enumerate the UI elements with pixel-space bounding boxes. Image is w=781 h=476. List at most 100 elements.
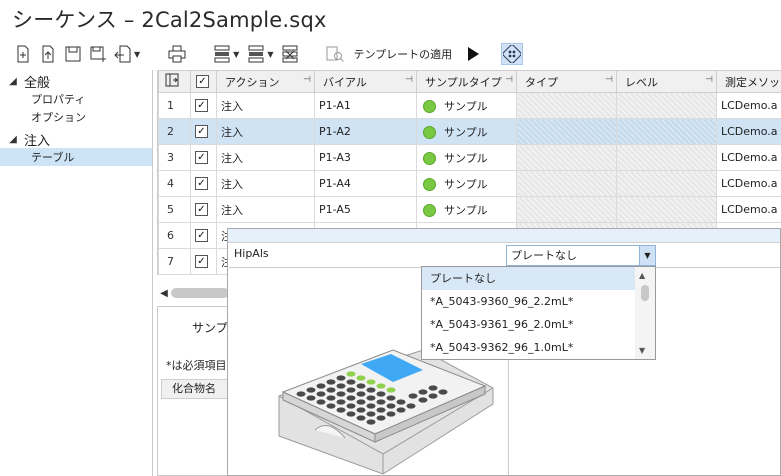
append-row-icon[interactable] — [245, 43, 267, 65]
tree-item-options[interactable]: オプション — [0, 108, 152, 126]
tree-group-injection[interactable]: ◢ 注入 — [0, 130, 152, 149]
column-header-label: アクション — [225, 75, 280, 89]
chevron-down-icon[interactable]: ▼ — [639, 246, 655, 265]
pin-icon[interactable]: ⊣ — [505, 75, 513, 85]
delete-row-icon[interactable] — [279, 43, 301, 65]
pin-icon[interactable]: ⊣ — [405, 75, 413, 85]
plate-type-select[interactable]: プレートなし ▼ — [506, 245, 656, 266]
apply-template-icon[interactable] — [324, 43, 346, 65]
row-checkbox[interactable]: ✓ — [190, 170, 217, 197]
tree-item-table[interactable]: テーブル — [0, 148, 152, 166]
sample-type-cell[interactable]: サンプル — [416, 170, 517, 197]
type-cell — [516, 170, 617, 197]
level-cell — [616, 196, 717, 223]
sample-type-cell[interactable]: サンプル — [416, 92, 517, 119]
table-row[interactable]: 4 ✓ 注入 P1-A4 サンプル LCDemo.a — [158, 170, 781, 197]
open-file-icon[interactable] — [37, 43, 59, 65]
sample-type-cell[interactable]: サンプル — [416, 144, 517, 171]
sample-type-label: サンプル — [444, 177, 488, 191]
row-number: 2 — [158, 118, 191, 145]
apply-template-label[interactable]: テンプレートの適用 — [353, 46, 452, 62]
plate-options-list: プレートなし *A_5043-9360_96_2.2mL* *A_5043-93… — [421, 266, 656, 360]
row-checkbox[interactable]: ✓ — [190, 92, 217, 119]
pin-icon[interactable]: ⊣ — [605, 75, 613, 85]
vial-cell[interactable]: P1-A1 — [314, 92, 417, 119]
column-header-compound-name[interactable]: 化合物名 — [161, 379, 231, 399]
plate-option[interactable]: *A_5043-9362_96_1.0mL* — [422, 336, 636, 359]
table-row[interactable]: 5 ✓ 注入 P1-A5 サンプル LCDemo.a — [158, 196, 781, 223]
save-icon[interactable] — [62, 43, 84, 65]
method-cell[interactable]: LCDemo.a — [716, 170, 781, 197]
scroll-down-icon[interactable]: ▼ — [639, 346, 645, 355]
column-header-type[interactable]: タイプ ⊣ — [516, 70, 617, 93]
table-row[interactable]: 3 ✓ 注入 P1-A3 サンプル LCDemo.a — [158, 144, 781, 171]
insert-row-icon[interactable] — [211, 43, 233, 65]
insert-row-dropdown-icon[interactable]: ▼ — [233, 50, 239, 59]
plate-option[interactable]: *A_5043-9360_96_2.2mL* — [422, 290, 636, 313]
action-cell[interactable]: 注入 — [216, 170, 315, 197]
new-file-icon[interactable] — [12, 43, 34, 65]
column-chooser-icon[interactable] — [158, 70, 191, 93]
pin-icon[interactable]: ⊣ — [705, 75, 713, 85]
table-row[interactable]: 2 ✓ 注入 P1-A2 サンプル LCDemo.a — [158, 118, 781, 145]
export-dropdown-icon[interactable]: ▼ — [134, 50, 140, 59]
tree-item-label: プロパティ — [31, 93, 86, 106]
row-checkbox[interactable]: ✓ — [190, 118, 217, 145]
action-cell[interactable]: 注入 — [216, 118, 315, 145]
tree-group-label: 全般 — [24, 75, 51, 91]
collapse-triangle-icon[interactable]: ◢ — [6, 76, 20, 87]
column-header-level[interactable]: レベル ⊣ — [616, 70, 717, 93]
sample-type-label: サンプル — [444, 151, 488, 165]
row-checkbox[interactable]: ✓ — [190, 144, 217, 171]
sample-type-cell[interactable]: サンプル — [416, 118, 517, 145]
column-header-sample-type[interactable]: サンプルタイプ ⊣ — [416, 70, 517, 93]
action-cell[interactable]: 注入 — [216, 92, 315, 119]
vial-cell[interactable]: P1-A3 — [314, 144, 417, 171]
plate-option[interactable]: プレートなし — [422, 267, 636, 290]
row-checkbox[interactable]: ✓ — [190, 248, 217, 275]
column-header-method[interactable]: 測定メソッド — [716, 70, 781, 93]
device-label: HipAls — [234, 247, 269, 260]
row-checkbox[interactable]: ✓ — [190, 222, 217, 249]
method-cell[interactable]: LCDemo.a — [716, 92, 781, 119]
level-cell — [616, 92, 717, 119]
column-header-vial[interactable]: バイアル ⊣ — [314, 70, 417, 93]
append-row-dropdown-icon[interactable]: ▼ — [267, 50, 273, 59]
collapse-triangle-icon[interactable]: ◢ — [6, 134, 20, 145]
plate-option[interactable]: *A_5043-9361_96_2.0mL* — [422, 313, 636, 336]
scroll-thumb[interactable] — [171, 288, 229, 298]
row-number: 3 — [158, 144, 191, 171]
save-as-icon[interactable] — [87, 43, 109, 65]
export-icon[interactable] — [112, 43, 134, 65]
scroll-left-icon[interactable]: ◀ — [157, 288, 171, 299]
action-cell[interactable]: 注入 — [216, 196, 315, 223]
vial-cell[interactable]: P1-A2 — [314, 118, 417, 145]
tree-group-general[interactable]: ◢ 全般 — [0, 72, 152, 91]
scroll-thumb[interactable] — [641, 285, 649, 301]
table-row[interactable]: 1 ✓ 注入 P1-A1 サンプル LCDemo.a — [158, 92, 781, 119]
method-cell[interactable]: LCDemo.a — [716, 196, 781, 223]
plate-view-toggle-icon[interactable] — [501, 43, 524, 65]
sample-type-dot-icon — [423, 152, 436, 165]
column-header-label: タイプ — [525, 75, 558, 89]
action-cell[interactable]: 注入 — [216, 144, 315, 171]
method-cell[interactable]: LCDemo.a — [716, 118, 781, 145]
row-checkbox[interactable]: ✓ — [190, 196, 217, 223]
tree-item-properties[interactable]: プロパティ — [0, 90, 152, 108]
vial-cell[interactable]: P1-A4 — [314, 170, 417, 197]
type-cell — [516, 92, 617, 119]
list-scrollbar[interactable]: ▲ ▼ — [635, 267, 655, 359]
column-header-action[interactable]: アクション ⊣ — [216, 70, 315, 93]
level-cell — [616, 144, 717, 171]
navigation-tree: ◢ 全般 プロパティ オプション ◢ 注入 テーブル — [0, 70, 153, 476]
run-icon[interactable] — [462, 43, 484, 65]
method-cell[interactable]: LCDemo.a — [716, 144, 781, 171]
sample-type-cell[interactable]: サンプル — [416, 196, 517, 223]
scroll-up-icon[interactable]: ▲ — [639, 271, 645, 280]
column-header-label: サンプルタイプ — [425, 75, 502, 89]
print-icon[interactable] — [166, 43, 188, 65]
pin-icon[interactable]: ⊣ — [303, 75, 311, 85]
horizontal-scrollbar[interactable]: ◀ — [157, 284, 229, 302]
select-all-checkbox[interactable]: ✓ — [190, 70, 217, 93]
vial-cell[interactable]: P1-A5 — [314, 196, 417, 223]
